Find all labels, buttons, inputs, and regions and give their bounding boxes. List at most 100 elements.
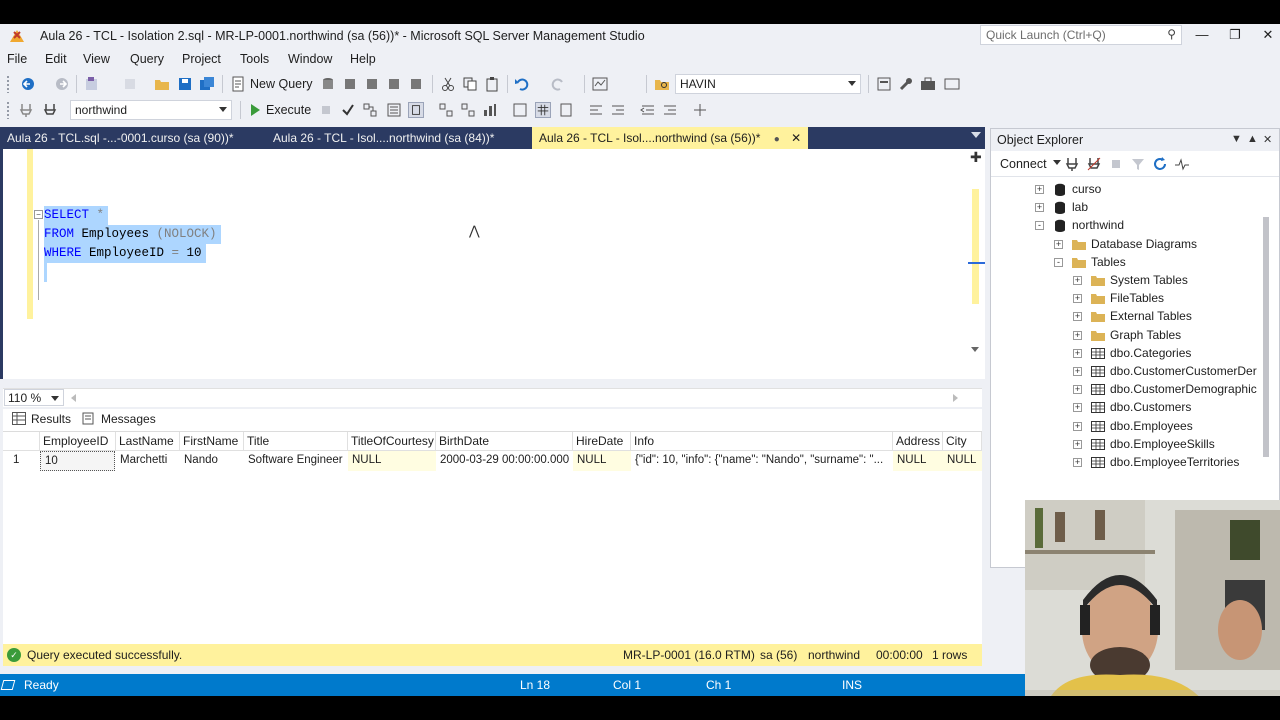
specify-values-icon[interactable] — [692, 102, 708, 118]
activity-monitor-icon[interactable] — [1174, 156, 1190, 172]
open-folder-icon[interactable] — [154, 76, 170, 92]
grid-cell-null[interactable]: NULL — [943, 451, 982, 471]
query-analysis-icon[interactable] — [342, 76, 358, 92]
close-panel-icon[interactable]: ✕ — [1263, 133, 1272, 146]
redo-icon[interactable] — [550, 76, 566, 92]
expand-icon[interactable]: + — [1073, 458, 1082, 467]
doc-tab-northwind-56[interactable]: Aula 26 - TCL - Isol....northwind (sa (5… — [532, 127, 809, 149]
grid-cell-null[interactable]: NULL — [348, 451, 436, 471]
tree-node-dbo-categories[interactable]: + dbo.Categories — [991, 345, 1263, 363]
expand-icon[interactable]: + — [1035, 203, 1044, 213]
increase-indent-icon[interactable] — [662, 102, 678, 118]
disconnect-icon[interactable] — [1086, 156, 1102, 172]
window-layout-icon[interactable] — [944, 76, 960, 92]
doc-tab-curso[interactable]: Aula 26 - TCL.sql -...-0001.curso (sa (9… — [0, 127, 241, 149]
tree-node-northwind[interactable]: - northwind — [991, 217, 1263, 235]
menu-help[interactable]: Help — [350, 52, 376, 66]
collapse-icon[interactable]: - — [1054, 257, 1063, 267]
split-window-icon[interactable]: ✚ — [970, 150, 982, 164]
doc-tab-northwind-84[interactable]: Aula 26 - TCL - Isol....northwind (sa (8… — [266, 127, 501, 149]
cancel-query-icon[interactable] — [318, 102, 334, 118]
tree-node-database-diagrams[interactable]: + Database Diagrams — [991, 236, 1263, 254]
column-header[interactable]: TitleOfCourtesy — [348, 432, 436, 451]
expand-icon[interactable]: + — [1073, 294, 1082, 304]
scroll-thumb[interactable] — [972, 189, 979, 304]
object-explorer-scrollbar[interactable] — [1263, 217, 1269, 457]
menu-tools[interactable]: Tools — [240, 52, 269, 66]
back-icon[interactable] — [20, 76, 36, 92]
new-project-icon[interactable] — [84, 76, 100, 92]
grid-cell[interactable]: Marchetti — [116, 451, 180, 471]
tree-node-dbo-customerdemographic[interactable]: + dbo.CustomerDemographic — [991, 381, 1263, 399]
tree-node-tables[interactable]: - Tables — [991, 254, 1263, 272]
execute-icon[interactable] — [247, 102, 263, 118]
query-xmla-icon[interactable] — [408, 76, 424, 92]
expand-icon[interactable]: + — [1073, 421, 1082, 431]
column-header[interactable]: FirstName — [180, 432, 244, 451]
toolbar-grip[interactable] — [6, 101, 10, 119]
estimated-plan-icon[interactable] — [362, 102, 378, 118]
connect-icon[interactable] — [18, 102, 34, 118]
available-databases-combo[interactable]: northwind — [70, 100, 232, 120]
tree-node-dbo-customers[interactable]: + dbo.Customers — [991, 399, 1263, 417]
tab-overflow-chevron-icon[interactable] — [971, 132, 981, 138]
menu-project[interactable]: Project — [182, 52, 221, 66]
execute-button[interactable]: Execute — [266, 103, 311, 117]
connect-button[interactable]: Connect — [1000, 157, 1047, 171]
expand-icon[interactable]: + — [1073, 403, 1082, 413]
find-in-files-icon[interactable] — [654, 76, 670, 92]
activity-monitor-icon[interactable] — [592, 76, 608, 92]
results-to-grid-icon[interactable] — [535, 102, 551, 118]
paste-icon[interactable] — [484, 76, 500, 92]
decrease-indent-icon[interactable] — [640, 102, 656, 118]
tab-messages[interactable]: Messages — [79, 412, 156, 426]
panel-menu-chevron-icon[interactable]: ▼ — [1231, 133, 1242, 145]
grid-cell-selected[interactable]: 10 — [40, 451, 115, 471]
expand-icon[interactable]: + — [1073, 348, 1082, 358]
grid-cell-null[interactable]: NULL — [893, 451, 943, 471]
tree-node-external-tables[interactable]: + External Tables — [991, 308, 1263, 326]
save-all-icon[interactable] — [199, 76, 215, 92]
query-db-engine-icon[interactable] — [320, 76, 336, 92]
forward-icon[interactable] — [54, 76, 70, 92]
close-tab-icon[interactable]: ✕ — [791, 131, 801, 145]
results-grid[interactable]: EmployeeID LastName FirstName Title Titl… — [3, 432, 982, 492]
scroll-right-icon[interactable] — [953, 394, 958, 402]
pin-icon[interactable]: ● — [774, 134, 780, 145]
column-header[interactable]: HireDate — [573, 432, 631, 451]
grid-cell[interactable]: {"id": 10, "info": {"name": "Nando", "su… — [631, 451, 893, 471]
grid-cell-null[interactable]: NULL — [573, 451, 631, 471]
change-connection-icon[interactable] — [42, 102, 58, 118]
quick-launch-input[interactable]: Quick Launch (Ctrl+Q) ⚲ — [980, 25, 1182, 45]
collapse-region-icon[interactable]: − — [34, 210, 43, 219]
column-header[interactable]: LastName — [116, 432, 180, 451]
scroll-down-icon[interactable] — [971, 347, 979, 352]
actual-plan-icon[interactable] — [438, 102, 454, 118]
close-window-button[interactable]: ✕ — [1254, 26, 1280, 44]
expand-icon[interactable]: + — [1073, 439, 1082, 449]
tree-node-graph-tables[interactable]: + Graph Tables — [991, 327, 1263, 345]
menu-view[interactable]: View — [83, 52, 110, 66]
status-insert-mode[interactable]: INS — [842, 678, 862, 692]
new-query-button[interactable]: New Query — [250, 77, 313, 91]
cut-icon[interactable] — [440, 76, 456, 92]
query-dmx-icon[interactable] — [386, 76, 402, 92]
save-icon[interactable] — [177, 76, 193, 92]
tree-node-dbo-employeeterritories[interactable]: + dbo.EmployeeTerritories — [991, 454, 1263, 472]
connect-plug-icon[interactable] — [1064, 156, 1080, 172]
tree-node-filetables[interactable]: + FileTables — [991, 290, 1263, 308]
wrench-icon[interactable] — [898, 76, 914, 92]
toolbox-icon[interactable] — [920, 76, 936, 92]
query-editor[interactable]: − SELECT * FROM Employees (NOLOCK) WHERE… — [0, 149, 985, 379]
new-query-icon[interactable] — [230, 76, 246, 92]
expand-icon[interactable]: + — [1073, 312, 1082, 322]
results-to-text-icon[interactable] — [512, 102, 528, 118]
add-item-icon[interactable] — [122, 76, 138, 92]
editor-vertical-scrollbar[interactable]: ✚ — [966, 149, 985, 379]
parse-checkmark-icon[interactable] — [340, 102, 356, 118]
restore-button[interactable]: ❐ — [1221, 26, 1249, 44]
tree-node-lab[interactable]: + lab — [991, 199, 1263, 217]
column-header[interactable]: Info — [631, 432, 893, 451]
grid-corner[interactable] — [3, 432, 40, 451]
expand-icon[interactable]: + — [1073, 330, 1082, 340]
